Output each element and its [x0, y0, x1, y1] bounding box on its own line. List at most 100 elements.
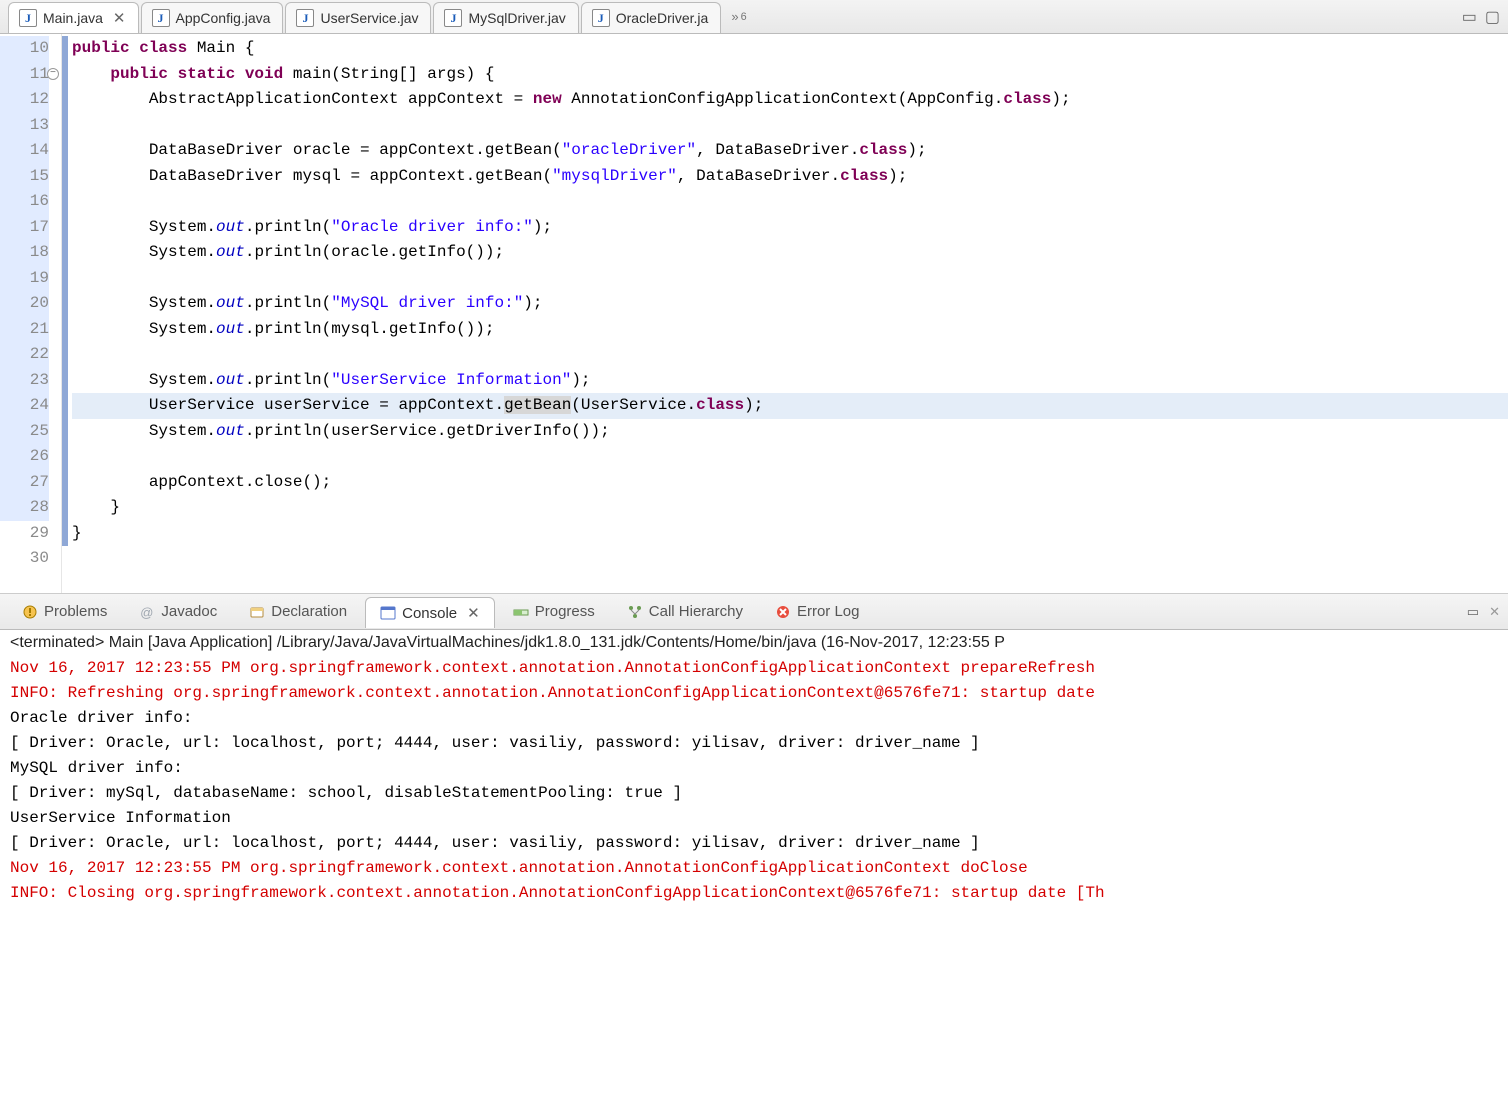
svg-text:@: @: [140, 605, 153, 620]
java-file-icon: J: [592, 9, 610, 27]
code-token: DataBaseDriver mysql = appContext.getBea…: [72, 167, 552, 185]
code-line[interactable]: System.out.println("MySQL driver info:")…: [72, 291, 1508, 317]
code-line[interactable]: public class Main {: [72, 36, 1508, 62]
line-number-gutter[interactable]: 1011−12131415161718192021222324252627282…: [0, 34, 62, 593]
code-line[interactable]: AbstractApplicationContext appContext = …: [72, 87, 1508, 113]
code-line[interactable]: UserService userService = appContext.get…: [72, 393, 1508, 419]
line-number[interactable]: 11−: [0, 62, 49, 88]
line-number[interactable]: 18: [0, 240, 49, 266]
pin-icon[interactable]: ▭: [1467, 604, 1479, 620]
code-line[interactable]: [72, 342, 1508, 368]
code-token: "Oracle driver info:": [331, 218, 533, 236]
console-line: [ Driver: Oracle, url: localhost, port; …: [10, 831, 1498, 856]
code-line[interactable]: }: [72, 495, 1508, 521]
code-content[interactable]: public class Main { public static void m…: [62, 34, 1508, 593]
java-file-icon: J: [296, 9, 314, 27]
editor-tab[interactable]: JMySqlDriver.jav: [433, 2, 578, 33]
line-number[interactable]: 20: [0, 291, 49, 317]
code-line[interactable]: System.out.println(userService.getDriver…: [72, 419, 1508, 445]
line-number[interactable]: 25: [0, 419, 49, 445]
code-line[interactable]: [72, 113, 1508, 139]
code-token: getBean: [504, 396, 571, 414]
view-tab-call-hierarchy[interactable]: Call Hierarchy: [613, 597, 757, 626]
code-token: , DataBaseDriver.: [677, 167, 840, 185]
javadoc-icon: @: [139, 604, 155, 620]
bottom-view-tabs: Problems@JavadocDeclaration Console ✕ Progr…: [0, 594, 1508, 630]
code-token: .println(oracle.getInfo());: [245, 243, 504, 261]
view-tab-declaration[interactable]: Declaration: [235, 597, 361, 626]
tab-label: AppConfig.java: [176, 10, 271, 26]
editor-tab[interactable]: JAppConfig.java: [141, 2, 284, 33]
code-token: "UserService Information": [331, 371, 571, 389]
close-icon[interactable]: ✕: [113, 9, 126, 27]
code-line[interactable]: System.out.println("UserService Informat…: [72, 368, 1508, 394]
code-token: );: [907, 141, 926, 159]
line-number[interactable]: 12: [0, 87, 49, 113]
code-token: public class: [72, 39, 187, 57]
code-line[interactable]: [72, 266, 1508, 292]
tab-label: Main.java: [43, 10, 103, 26]
code-token: appContext.close();: [72, 473, 331, 491]
code-line[interactable]: System.out.println(oracle.getInfo());: [72, 240, 1508, 266]
view-tab-progress[interactable]: Progress: [499, 597, 609, 626]
line-number[interactable]: 14: [0, 138, 49, 164]
line-number[interactable]: 28: [0, 495, 49, 521]
code-token: , DataBaseDriver.: [696, 141, 859, 159]
view-tab-label: Console: [402, 605, 457, 622]
code-line[interactable]: [72, 189, 1508, 215]
progress-icon: [513, 604, 529, 620]
code-token: class: [696, 396, 744, 414]
code-line[interactable]: public static void main(String[] args) {: [72, 62, 1508, 88]
line-number[interactable]: 15: [0, 164, 49, 190]
code-token: (UserService.: [571, 396, 696, 414]
console-line: Nov 16, 2017 12:23:55 PM org.springframe…: [10, 856, 1498, 881]
change-marker: [62, 36, 68, 546]
code-line[interactable]: DataBaseDriver oracle = appContext.getBe…: [72, 138, 1508, 164]
line-number[interactable]: 26: [0, 444, 49, 470]
tabs-overflow-button[interactable]: »6: [731, 9, 746, 24]
code-token: .println(: [245, 371, 331, 389]
maximize-icon[interactable]: ▢: [1485, 7, 1500, 27]
view-tab-error-log[interactable]: Error Log: [761, 597, 874, 626]
minimize-icon[interactable]: ▭: [1462, 7, 1477, 27]
code-token: class: [840, 167, 888, 185]
code-line[interactable]: System.out.println(mysql.getInfo());: [72, 317, 1508, 343]
view-tab-console[interactable]: Console ✕: [365, 597, 495, 628]
console-output[interactable]: Nov 16, 2017 12:23:55 PM org.springframe…: [0, 654, 1508, 1108]
fold-toggle-icon[interactable]: −: [47, 68, 59, 80]
line-number[interactable]: 22: [0, 342, 49, 368]
console-process-header: <terminated> Main [Java Application] /Li…: [0, 630, 1508, 654]
code-editor[interactable]: 1011−12131415161718192021222324252627282…: [0, 34, 1508, 594]
line-number[interactable]: 23: [0, 368, 49, 394]
code-line[interactable]: System.out.println("Oracle driver info:"…: [72, 215, 1508, 241]
line-number[interactable]: 17: [0, 215, 49, 241]
code-line[interactable]: [72, 546, 1508, 572]
line-number[interactable]: 10: [0, 36, 49, 62]
close-icon[interactable]: ✕: [467, 604, 480, 622]
code-line[interactable]: appContext.close();: [72, 470, 1508, 496]
line-number[interactable]: 24: [0, 393, 49, 419]
line-number[interactable]: 21: [0, 317, 49, 343]
code-token: );: [571, 371, 590, 389]
code-line[interactable]: [72, 444, 1508, 470]
console-line: INFO: Refreshing org.springframework.con…: [10, 681, 1498, 706]
java-file-icon: J: [444, 9, 462, 27]
view-tab-javadoc[interactable]: @Javadoc: [125, 597, 231, 626]
line-number[interactable]: 30: [0, 546, 49, 572]
editor-tab[interactable]: JUserService.jav: [285, 2, 431, 33]
code-line[interactable]: DataBaseDriver mysql = appContext.getBea…: [72, 164, 1508, 190]
view-tab-problems[interactable]: Problems: [8, 597, 121, 626]
line-number[interactable]: 27: [0, 470, 49, 496]
editor-tab[interactable]: JMain.java✕: [8, 2, 139, 33]
line-number[interactable]: 13: [0, 113, 49, 139]
error-log-icon: [775, 604, 791, 620]
editor-tab[interactable]: JOracleDriver.ja: [581, 2, 722, 33]
line-number[interactable]: 19: [0, 266, 49, 292]
line-number[interactable]: 29: [0, 521, 49, 547]
code-line[interactable]: }: [72, 521, 1508, 547]
code-token: DataBaseDriver oracle = appContext.getBe…: [72, 141, 562, 159]
view-controls: ▭▢: [1462, 7, 1508, 27]
line-number[interactable]: 16: [0, 189, 49, 215]
close-icon[interactable]: ✕: [1489, 604, 1500, 620]
view-tab-label: Progress: [535, 603, 595, 620]
